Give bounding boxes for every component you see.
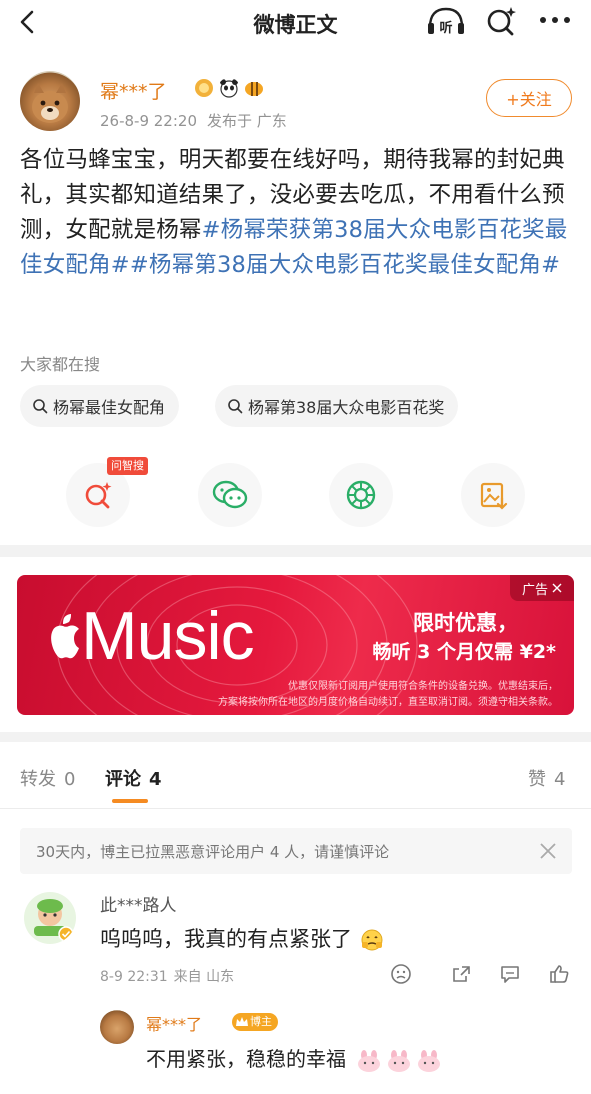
dislike-face-icon[interactable] — [390, 963, 412, 985]
tab-label: 赞 — [528, 769, 546, 790]
ad-fine-print: 方案将按你所在地区的月度价格自动续订，直至取消订阅。须遵守相关条款。 — [218, 697, 558, 708]
save-image-icon — [480, 482, 508, 510]
close-icon[interactable] — [552, 583, 562, 593]
author-badge-text: 博主 — [250, 1015, 272, 1028]
section-divider — [0, 732, 591, 742]
post-time: 26-8-9 22:20 — [100, 112, 197, 130]
tab-count: 4 — [149, 769, 162, 790]
tab-count: 4 — [554, 769, 566, 790]
more-options-icon[interactable] — [535, 6, 575, 34]
tab-likes[interactable]: 赞4 — [528, 765, 565, 791]
ask-badge: 问智搜 — [107, 457, 148, 475]
panda-badge-icon — [220, 79, 238, 98]
hot-search-text: 杨幂最佳女配角 — [53, 398, 166, 417]
ad-fine-print: 优惠仅限新订阅用户使用符合条件的设备兑换。优惠结束后， — [288, 681, 558, 692]
share-wechat-button[interactable] — [198, 463, 262, 527]
hashtag-link[interactable]: #杨幂第38届大众电影百花奖最佳女配角# — [130, 252, 560, 278]
post-meta: 26-8-9 22:20 发布于 广东 — [100, 110, 287, 131]
share-moments-button[interactable] — [329, 463, 393, 527]
tab-label: 转发 — [20, 769, 56, 790]
author-badges — [193, 78, 265, 100]
search-icon — [228, 399, 243, 414]
ad-label[interactable]: 广告 — [510, 575, 574, 601]
search-icon — [33, 399, 48, 414]
crown-icon — [236, 1017, 248, 1026]
comment-body: 呜呜呜，我真的有点紧张了 — [100, 927, 352, 951]
ad-tag-text: 广告 — [521, 582, 548, 598]
ad-promo-price: 畅听 3 个月仅需 ¥2* — [372, 641, 556, 663]
comment-notice: 30天内，博主已拉黑恶意评论用户 4 人，请谨慎评论 — [20, 828, 572, 874]
fan-badge-icon — [195, 79, 213, 97]
reply-author-name[interactable]: 幂***了 — [146, 1011, 202, 1035]
tab-comments[interactable]: 评论 4 — [105, 765, 162, 791]
bunny-emoji-icon — [418, 1049, 441, 1072]
listen-label: 听 — [439, 20, 452, 36]
active-tab-indicator — [112, 799, 148, 803]
top-nav-bar: 微博正文 听 — [0, 0, 591, 46]
wechat-icon — [212, 480, 248, 509]
author-avatar[interactable] — [20, 71, 80, 131]
nervous-emoji-icon — [361, 929, 383, 951]
bunny-emoji-icon — [358, 1049, 381, 1072]
post-location: 发布于 广东 — [207, 112, 287, 130]
ai-search-icon — [85, 482, 112, 509]
ad-promo-title: 限时优惠， — [413, 611, 518, 635]
reply-icon[interactable] — [499, 963, 521, 985]
follow-button[interactable]: +关注 — [486, 79, 572, 117]
hot-search-text: 杨幂第38届大众电影百花奖 — [248, 398, 445, 417]
listen-icon[interactable]: 听 — [426, 5, 466, 37]
like-icon[interactable] — [548, 963, 570, 985]
moments-icon — [346, 480, 376, 510]
commenter-name[interactable]: 此***路人 — [100, 891, 177, 916]
reply-body: 不用紧张，稳稳的幸福 — [146, 1047, 346, 1071]
tab-label: 评论 — [105, 769, 141, 790]
post-content: 各位马蜂宝宝，明天都要在线好吗，期待我幂的封妃典礼，其实都知道结果了，没必要去吃… — [20, 143, 576, 283]
hot-search-chip[interactable]: 杨幂最佳女配角 — [20, 385, 180, 427]
hot-search-chip[interactable]: 杨幂第38届大众电影百花奖 — [215, 385, 459, 427]
ad-banner[interactable]: Music 广告 限时优惠， 畅听 3 个月仅需 ¥2* 优惠仅限新订阅用户使用… — [17, 575, 574, 715]
author-name[interactable]: 幂***了 — [100, 77, 167, 104]
comment-location: 来自 山东 — [173, 969, 235, 985]
bee-badge-icon — [245, 82, 263, 96]
share-icon[interactable] — [450, 963, 472, 985]
reply-author-avatar[interactable] — [100, 1010, 134, 1044]
save-image-button[interactable] — [461, 463, 525, 527]
notice-text: 30天内，博主已拉黑恶意评论用户 4 人，请谨慎评论 — [36, 842, 390, 861]
reply-text: 不用紧张，稳稳的幸福 — [146, 1043, 442, 1072]
section-divider — [0, 545, 591, 557]
comment-text: 呜呜呜，我真的有点紧张了 — [100, 923, 385, 953]
author-badge: 博主 — [232, 1013, 278, 1031]
ai-search-icon[interactable] — [484, 4, 518, 38]
bunny-emoji-icon — [388, 1049, 411, 1072]
tab-count: 0 — [64, 769, 76, 790]
ad-brand-text: Music — [81, 598, 255, 674]
commenter-avatar[interactable] — [24, 892, 76, 944]
hot-search-label: 大家都在搜 — [20, 355, 101, 374]
tab-reposts[interactable]: 转发 0 — [20, 765, 75, 791]
close-icon[interactable] — [538, 841, 558, 861]
comment-meta: 8-9 22:31 来自 山东 — [100, 966, 234, 986]
tabs-divider — [0, 808, 591, 809]
comment-time: 8-9 22:31 — [100, 969, 168, 985]
